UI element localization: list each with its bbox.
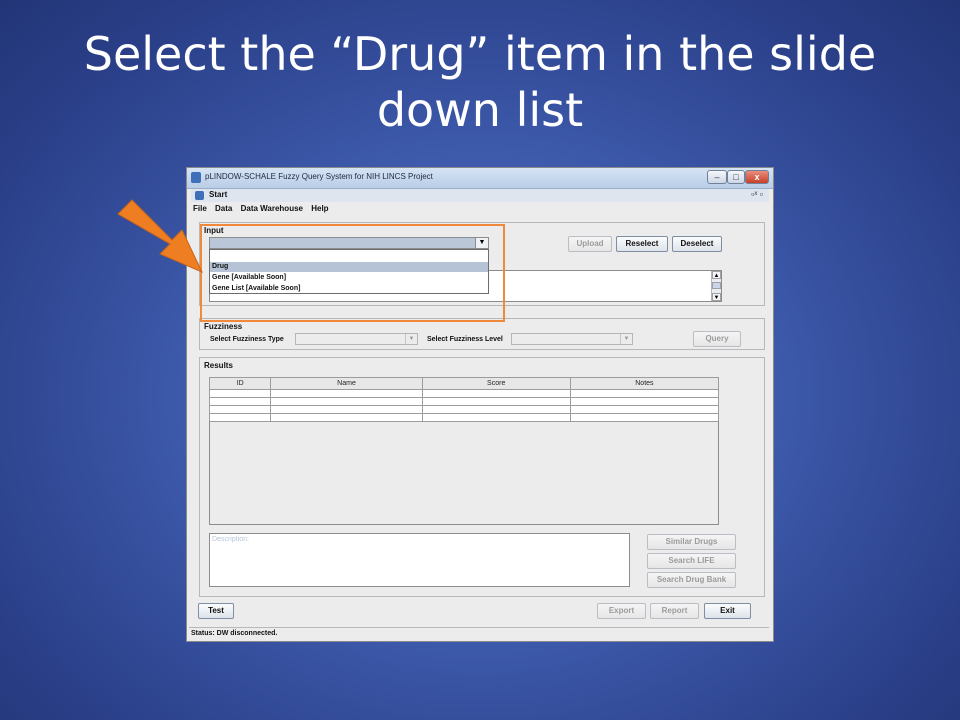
- table-cell[interactable]: [208, 413, 272, 422]
- table-cell[interactable]: [270, 397, 423, 406]
- menu-help[interactable]: Help: [311, 204, 328, 213]
- table-cell[interactable]: [270, 405, 423, 414]
- inner-frame-title: Start: [209, 190, 228, 199]
- exit-button[interactable]: Exit: [704, 603, 751, 619]
- inner-frame-controls[interactable]: ▫ˣ ▫: [751, 189, 763, 199]
- pointer-arrow-icon: [117, 199, 204, 273]
- search-drug-bank-button[interactable]: Search Drug Bank: [647, 572, 736, 588]
- table-cell[interactable]: [569, 413, 720, 422]
- menu-data[interactable]: Data: [215, 204, 232, 213]
- fuzziness-type-select[interactable]: ▼: [295, 333, 418, 345]
- upload-button[interactable]: Upload: [568, 236, 612, 252]
- table-cell[interactable]: [208, 389, 272, 398]
- app-icon: [191, 172, 201, 183]
- slide-title: Select the “Drug” item in the slide down…: [83, 27, 877, 137]
- inner-frame-titlebar: Start ▫ˣ ▫: [191, 189, 769, 202]
- description-placeholder: Description:: [212, 536, 249, 543]
- results-table: ID Name Score Notes: [208, 377, 720, 422]
- report-button[interactable]: Report: [650, 603, 699, 619]
- test-button[interactable]: Test: [198, 603, 234, 619]
- column-header-score[interactable]: Score: [421, 377, 571, 390]
- column-header-notes[interactable]: Notes: [569, 377, 720, 390]
- search-life-button[interactable]: Search LIFE: [647, 553, 736, 569]
- scroll-thumb[interactable]: [712, 282, 721, 289]
- table-cell[interactable]: [270, 389, 423, 398]
- table-cell[interactable]: [208, 405, 272, 414]
- window-titlebar[interactable]: pLINDOW-SCHALE Fuzzy Query System for NI…: [187, 168, 773, 189]
- column-header-name[interactable]: Name: [270, 377, 423, 390]
- chevron-down-icon[interactable]: ▼: [620, 334, 632, 344]
- table-cell[interactable]: [270, 413, 423, 422]
- description-field[interactable]: Description:: [209, 533, 630, 587]
- fuzziness-level-select[interactable]: ▼: [511, 333, 633, 345]
- column-header-id[interactable]: ID: [208, 377, 272, 390]
- deselect-button[interactable]: Deselect: [672, 236, 722, 252]
- similar-drugs-button[interactable]: Similar Drugs: [647, 534, 736, 550]
- reselect-button[interactable]: Reselect: [616, 236, 668, 252]
- table-cell[interactable]: [569, 405, 720, 414]
- table-cell[interactable]: [569, 389, 720, 398]
- table-cell[interactable]: [421, 413, 571, 422]
- close-button[interactable]: x: [745, 170, 769, 184]
- window-title: pLINDOW-SCHALE Fuzzy Query System for NI…: [205, 172, 433, 181]
- table-cell[interactable]: [569, 397, 720, 406]
- minimize-button[interactable]: –: [707, 170, 727, 184]
- fuzziness-panel-label: Fuzziness: [204, 322, 243, 331]
- table-row[interactable]: [208, 405, 720, 414]
- input-scrollbar[interactable]: ▲ ▼: [711, 271, 721, 301]
- query-button[interactable]: Query: [693, 331, 741, 347]
- maximize-button[interactable]: □: [727, 170, 745, 184]
- table-cell[interactable]: [421, 389, 571, 398]
- table-cell[interactable]: [421, 405, 571, 414]
- table-row[interactable]: [208, 397, 720, 406]
- table-cell[interactable]: [208, 397, 272, 406]
- scroll-down-icon[interactable]: ▼: [712, 293, 721, 301]
- menu-data-warehouse[interactable]: Data Warehouse: [241, 204, 303, 213]
- chevron-down-icon[interactable]: ▼: [405, 334, 417, 344]
- highlight-box: [200, 224, 505, 322]
- status-bar: Status: DW disconnected.: [189, 627, 769, 638]
- menubar: File Data Data Warehouse Help: [193, 204, 335, 216]
- fuzziness-level-label: Select Fuzziness Level: [427, 336, 503, 343]
- table-row[interactable]: [208, 413, 720, 422]
- table-row[interactable]: [208, 389, 720, 398]
- scroll-up-icon[interactable]: ▲: [712, 271, 721, 279]
- export-button[interactable]: Export: [597, 603, 646, 619]
- table-cell[interactable]: [421, 397, 571, 406]
- results-panel-label: Results: [204, 361, 233, 370]
- fuzziness-panel: Fuzziness: [199, 318, 765, 350]
- fuzziness-type-label: Select Fuzziness Type: [210, 336, 284, 343]
